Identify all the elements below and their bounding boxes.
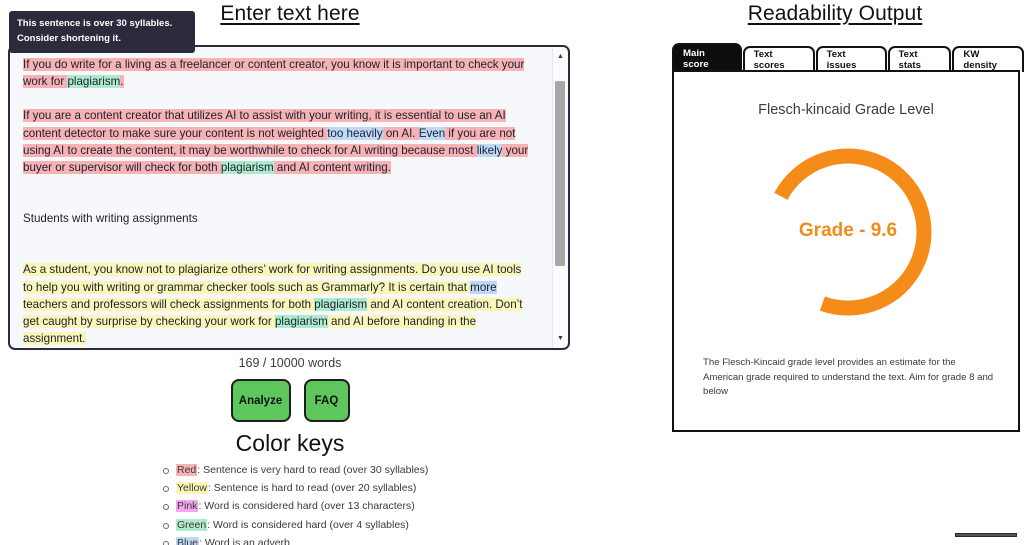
text-run: Students with writing assignments <box>23 212 198 226</box>
color-key-item: Green: Word is considered hard (over 4 s… <box>162 516 428 534</box>
color-key-description: : Sentence is hard to read (over 20 syll… <box>207 482 417 495</box>
readability-tab-bar: Main score Text scores Text issues Text sta… <box>672 43 1024 72</box>
color-key-description: : Word is considered hard (over 13 chara… <box>198 500 415 513</box>
scroll-down-icon[interactable]: ▼ <box>553 331 568 346</box>
text-run: more <box>470 280 497 294</box>
color-key-description: : Sentence is very hard to read (over 30… <box>197 464 429 476</box>
text-input-area[interactable]: If you do write for a living as a freela… <box>8 45 570 350</box>
text-run: . <box>120 75 124 89</box>
analyze-button[interactable]: Analyze <box>230 379 291 422</box>
editor-paragraph: Students with writing assignments <box>23 210 531 227</box>
text-run: plagiarism <box>274 315 328 329</box>
scrollbar-thumb[interactable] <box>555 81 565 266</box>
color-key-description: : Word is an adverb <box>199 536 290 545</box>
scroll-up-icon[interactable]: ▲ <box>553 49 568 64</box>
color-key-item: Yellow: Sentence is hard to read (over 2… <box>162 479 428 497</box>
color-key-item: Red: Sentence is very hard to read (over… <box>162 461 429 479</box>
action-button-row: Analyze FAQ <box>0 379 580 422</box>
gauge-description: The Flesch-Kincaid grade level provides … <box>703 357 994 397</box>
text-run: plagiarism <box>314 297 368 311</box>
tab-text-stats[interactable]: Text stats <box>887 46 952 72</box>
syllable-warning-tooltip: This sentence is over 30 syllables. Cons… <box>9 11 195 54</box>
color-key-item: Blue: Word is an adverb <box>162 534 428 545</box>
tab-text-scores[interactable]: Text scores <box>742 46 815 72</box>
grade-gauge: Grade - 9.6 <box>758 127 938 340</box>
editor-paragraph: As a student, you know not to plagiarize… <box>23 261 531 347</box>
editor-paragraph: If you do write for a living as a freela… <box>23 56 531 90</box>
readability-output-heading: Readability Output <box>747 2 923 25</box>
tab-main-score[interactable]: Main score <box>672 43 742 72</box>
text-run: Even <box>418 126 446 140</box>
grade-value-label: Grade - 9.6 <box>798 220 898 241</box>
editor-paragraph: If you are a content creator that utiliz… <box>23 107 531 176</box>
color-key-swatch-label: Red <box>176 464 198 476</box>
editor-content[interactable]: If you do write for a living as a freela… <box>10 47 541 348</box>
editor-column: Enter text here This sentence is over 30… <box>0 0 580 545</box>
app-root: Enter text here This sentence is over 30… <box>0 0 1024 545</box>
editor-scrollbar[interactable]: ▲ ▼ <box>552 48 567 347</box>
readability-column: Readability Output Main score Text scores… <box>640 0 1024 545</box>
color-keys-heading: Color keys <box>235 430 345 456</box>
color-key-swatch-label: Yellow <box>176 482 208 495</box>
tab-text-issues[interactable]: Text issues <box>815 46 887 72</box>
text-run: plagiarism <box>67 75 121 89</box>
gauge-title: Flesch-kincaid Grade Level <box>758 102 934 118</box>
bottom-edge-bar <box>955 533 1017 537</box>
color-key-description: : Word is considered hard (over 4 syllab… <box>207 518 409 531</box>
color-key-swatch-label: Blue <box>176 536 200 545</box>
text-run: and AI content writing. <box>273 161 391 175</box>
main-score-panel: Flesch-kincaid Grade Level Grade - 9.6 T… <box>672 70 1020 432</box>
text-run: teachers and professors will check assig… <box>23 297 315 311</box>
color-key-swatch-label: Green <box>176 518 208 531</box>
color-key-item: Pink: Word is considered hard (over 13 c… <box>162 497 428 515</box>
text-run: As a student, you know not to plagiarize… <box>23 263 522 294</box>
faq-button[interactable]: FAQ <box>303 379 350 422</box>
color-keys-list: Red: Sentence is very hard to read (over… <box>158 461 428 545</box>
text-run: likely <box>476 143 503 157</box>
text-run: too heavily <box>327 126 383 140</box>
tab-kw-density[interactable]: KW density <box>952 46 1024 72</box>
word-count-label: 169 / 10000 words <box>238 356 342 370</box>
text-run: plagiarism <box>220 161 274 175</box>
color-key-swatch-label: Pink <box>176 500 199 513</box>
text-run: on AI. <box>382 126 419 140</box>
